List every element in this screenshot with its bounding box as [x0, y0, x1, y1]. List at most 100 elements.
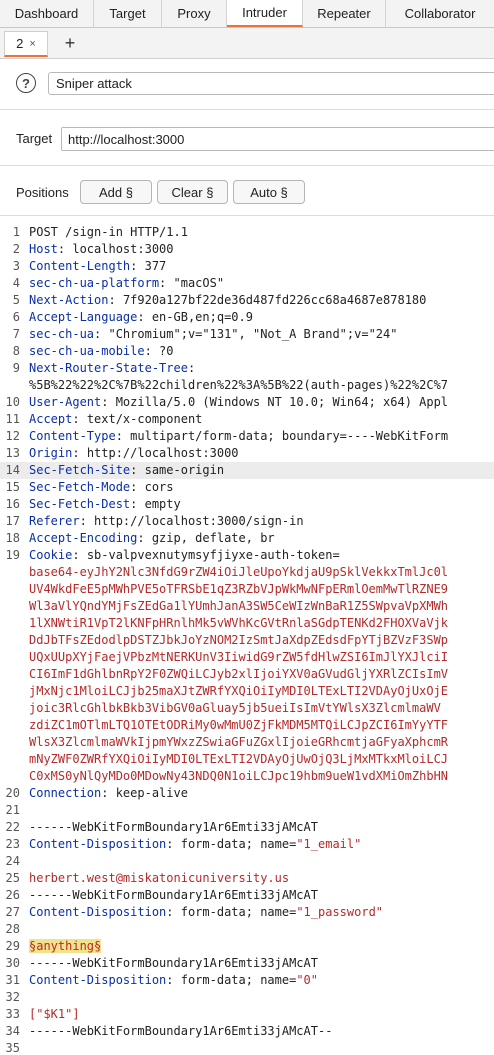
add-tab-icon[interactable]: +: [60, 31, 80, 55]
value-text: zdiZC1mOTlmLTQ1OTEtODRiMy0wMmU0ZjFkMDM5M…: [29, 718, 449, 732]
header-name: Content-Type: [29, 429, 116, 443]
tab-collaborator[interactable]: Collaborator: [386, 0, 494, 27]
header-name: sec-ch-ua: [29, 327, 95, 341]
positions-toolbar: Positions Add § Clear § Auto §: [0, 167, 494, 216]
line-text: WlsX3ZlcmlmaWVkIjpmYWxzZSwiaGFuZGxlIjoie…: [29, 734, 448, 751]
line-text: joic3RlcGhlbkBkb3VibGV0aGluay5jb5ueiIsIm…: [29, 700, 441, 717]
line-number: 8: [12, 344, 20, 358]
header-name: Content-Length: [29, 259, 131, 273]
value-text: base64-eyJhY2Nlc3NfdG9rZW4iOiJleUpoYkdja…: [29, 565, 449, 579]
request-line: 26 ------WebKitFormBoundary1Ar6Emti33jAMc…: [0, 887, 494, 904]
line-number: 23: [5, 837, 20, 851]
request-line: 16 Sec-Fetch-Dest: empty: [0, 496, 494, 513]
value-text: DdJbTFsZEdodlpDSTZJbkJoYzNOM2IzSmtJaXdpZ…: [29, 633, 449, 647]
request-line: 14 Sec-Fetch-Site: same-origin: [0, 462, 494, 479]
close-icon[interactable]: ×: [29, 38, 35, 50]
payload-marker[interactable]: §anything§: [29, 939, 102, 953]
line-number: 13: [5, 446, 20, 460]
header-name: Cookie: [29, 548, 73, 562]
attack-type-select[interactable]: Sniper attack: [48, 72, 494, 95]
line-number: 30: [5, 956, 20, 970]
request-line: 6 Accept-Language: en-GB,en;q=0.9: [0, 309, 494, 326]
request-line: 3 Content-Length: 377: [0, 258, 494, 275]
value-text: CI6ImF1dGhlbnRpY2F0ZWQiLCJyb2xlIjoiYXV0a…: [29, 667, 449, 681]
request-line: 11 Accept: text/x-component: [0, 411, 494, 428]
tab-dashboard[interactable]: Dashboard: [0, 0, 94, 27]
line-text: User-Agent: Mozilla/5.0 (Windows NT 10.0…: [29, 395, 449, 409]
target-row: Target http://localhost:3000: [0, 113, 494, 166]
line-number: 5: [12, 293, 20, 307]
request-line: 18 Accept-Encoding: gzip, deflate, br: [0, 530, 494, 547]
line-number: 14: [5, 463, 20, 477]
request-line: UV4WkdFeE5pMWhPVE5oTFRSbE1qZ3RZbVJpWkMwN…: [0, 581, 494, 598]
request-line: 4 sec-ch-ua-platform: "macOS": [0, 275, 494, 292]
line-number: 25: [5, 871, 20, 885]
line-text: Content-Length: 377: [29, 259, 167, 273]
attack-tab-2[interactable]: 2 ×: [4, 31, 48, 57]
header-value: empty: [144, 497, 181, 511]
param-name: "0": [296, 973, 319, 987]
request-line: 1 POST /sign-in HTTP/1.1: [0, 224, 494, 241]
line-number: 11: [5, 412, 20, 426]
header-name: Accept: [29, 412, 73, 426]
target-url-input[interactable]: http://localhost:3000: [61, 127, 494, 151]
line-text: Accept: text/x-component: [29, 412, 203, 426]
header-name: Sec-Fetch-Dest: [29, 497, 131, 511]
line-number: 21: [5, 803, 20, 817]
line-text: Referer: http://localhost:3000/sign-in: [29, 514, 304, 528]
tab-repeater[interactable]: Repeater: [303, 0, 386, 27]
line-text: ------WebKitFormBoundary1Ar6Emti33jAMcAT: [29, 887, 318, 904]
value-text: WlsX3ZlcmlmaWVkIjpmYWxzZSwiaGFuZGxlIjoie…: [29, 735, 449, 749]
request-line: 12 Content-Type: multipart/form-data; bou…: [0, 428, 494, 445]
request-line: 35: [0, 1040, 494, 1055]
plain-text: ------WebKitFormBoundary1Ar6Emti33jAMcAT: [29, 820, 318, 834]
header-name: Connection: [29, 786, 102, 800]
line-text: UQxUUpXYjFaejVPbzMtNERKUnV3IiwidG9rZW5fd…: [29, 649, 448, 666]
line-text: base64-eyJhY2Nlc3NfdG9rZW4iOiJleUpoYkdja…: [29, 564, 448, 581]
positions-label: Positions: [16, 185, 69, 200]
line-text: Next-Action: 7f920a127bf22de36d487fd226c…: [29, 293, 427, 307]
line-number: 9: [12, 361, 20, 375]
request-line: 13 Origin: http://localhost:3000: [0, 445, 494, 462]
request-line: 25 herbert.west@miskatonicuniversity.us: [0, 870, 494, 887]
tab-proxy[interactable]: Proxy: [162, 0, 227, 27]
header-value: sb-valpvexnutymsyfjiyxe-auth-token=: [86, 548, 340, 562]
value-text: C0xMS0yNlQyMDo0MDowNy43NDQ0N1oiLCJpc19hb…: [29, 769, 449, 783]
request-line: zdiZC1mOTlmLTQ1OTEtODRiMy0wMmU0ZjFkMDM5M…: [0, 717, 494, 734]
request-line: DdJbTFsZEdodlpDSTZJbkJoYzNOM2IzSmtJaXdpZ…: [0, 632, 494, 649]
plain-text: POST /sign-in HTTP/1.1: [29, 225, 188, 239]
line-text: zdiZC1mOTlmLTQ1OTEtODRiMy0wMmU0ZjFkMDM5M…: [29, 717, 448, 734]
header-value: 7f920a127bf22de36d487fd226cc68a4687e8781…: [122, 293, 427, 307]
line-number: 20: [5, 786, 20, 800]
request-line: 23 Content-Disposition: form-data; name="…: [0, 836, 494, 853]
plain-text: %5B%22%22%2C%7B%22children%22%3A%5B%22(a…: [29, 378, 449, 392]
header-name: Origin: [29, 446, 73, 460]
header-name: Accept-Language: [29, 310, 138, 324]
request-line: 15 Sec-Fetch-Mode: cors: [0, 479, 494, 496]
request-editor[interactable]: 1 POST /sign-in HTTP/1.1 2 Host: localhost:…: [0, 222, 494, 1055]
line-number: 29: [5, 939, 20, 953]
line-text: Wl3aVlYQndYMjFsZEdGa1lYUmhJanA3SW5CeWIzW…: [29, 598, 448, 615]
line-text: Connection: keep-alive: [29, 786, 188, 800]
header-value: multipart/form-data; boundary=----WebKit…: [130, 429, 449, 443]
line-text: herbert.west@miskatonicuniversity.us: [29, 870, 289, 887]
param-name: "1_email": [296, 837, 362, 851]
add-payload-marker-button[interactable]: Add §: [80, 180, 152, 204]
request-line: 20 Connection: keep-alive: [0, 785, 494, 802]
line-text: Content-Disposition: form-data; name="1_…: [29, 837, 362, 851]
header-name: Next-Action: [29, 293, 109, 307]
header-name: Content-Disposition: [29, 905, 167, 919]
header-name: Sec-Fetch-Mode: [29, 480, 131, 494]
auto-payload-markers-button[interactable]: Auto §: [233, 180, 305, 204]
request-line: 2 Host: localhost:3000: [0, 241, 494, 258]
request-line: 17 Referer: http://localhost:3000/sign-in: [0, 513, 494, 530]
tab-target[interactable]: Target: [94, 0, 162, 27]
header-value: keep-alive: [115, 786, 188, 800]
tab-intruder[interactable]: Intruder: [227, 0, 303, 27]
line-number: 27: [5, 905, 20, 919]
line-number: 22: [5, 820, 20, 834]
header-name: Accept-Encoding: [29, 531, 138, 545]
request-line: C0xMS0yNlQyMDo0MDowNy43NDQ0N1oiLCJpc19hb…: [0, 768, 494, 785]
clear-payload-markers-button[interactable]: Clear §: [157, 180, 228, 204]
help-icon[interactable]: ?: [16, 73, 36, 93]
